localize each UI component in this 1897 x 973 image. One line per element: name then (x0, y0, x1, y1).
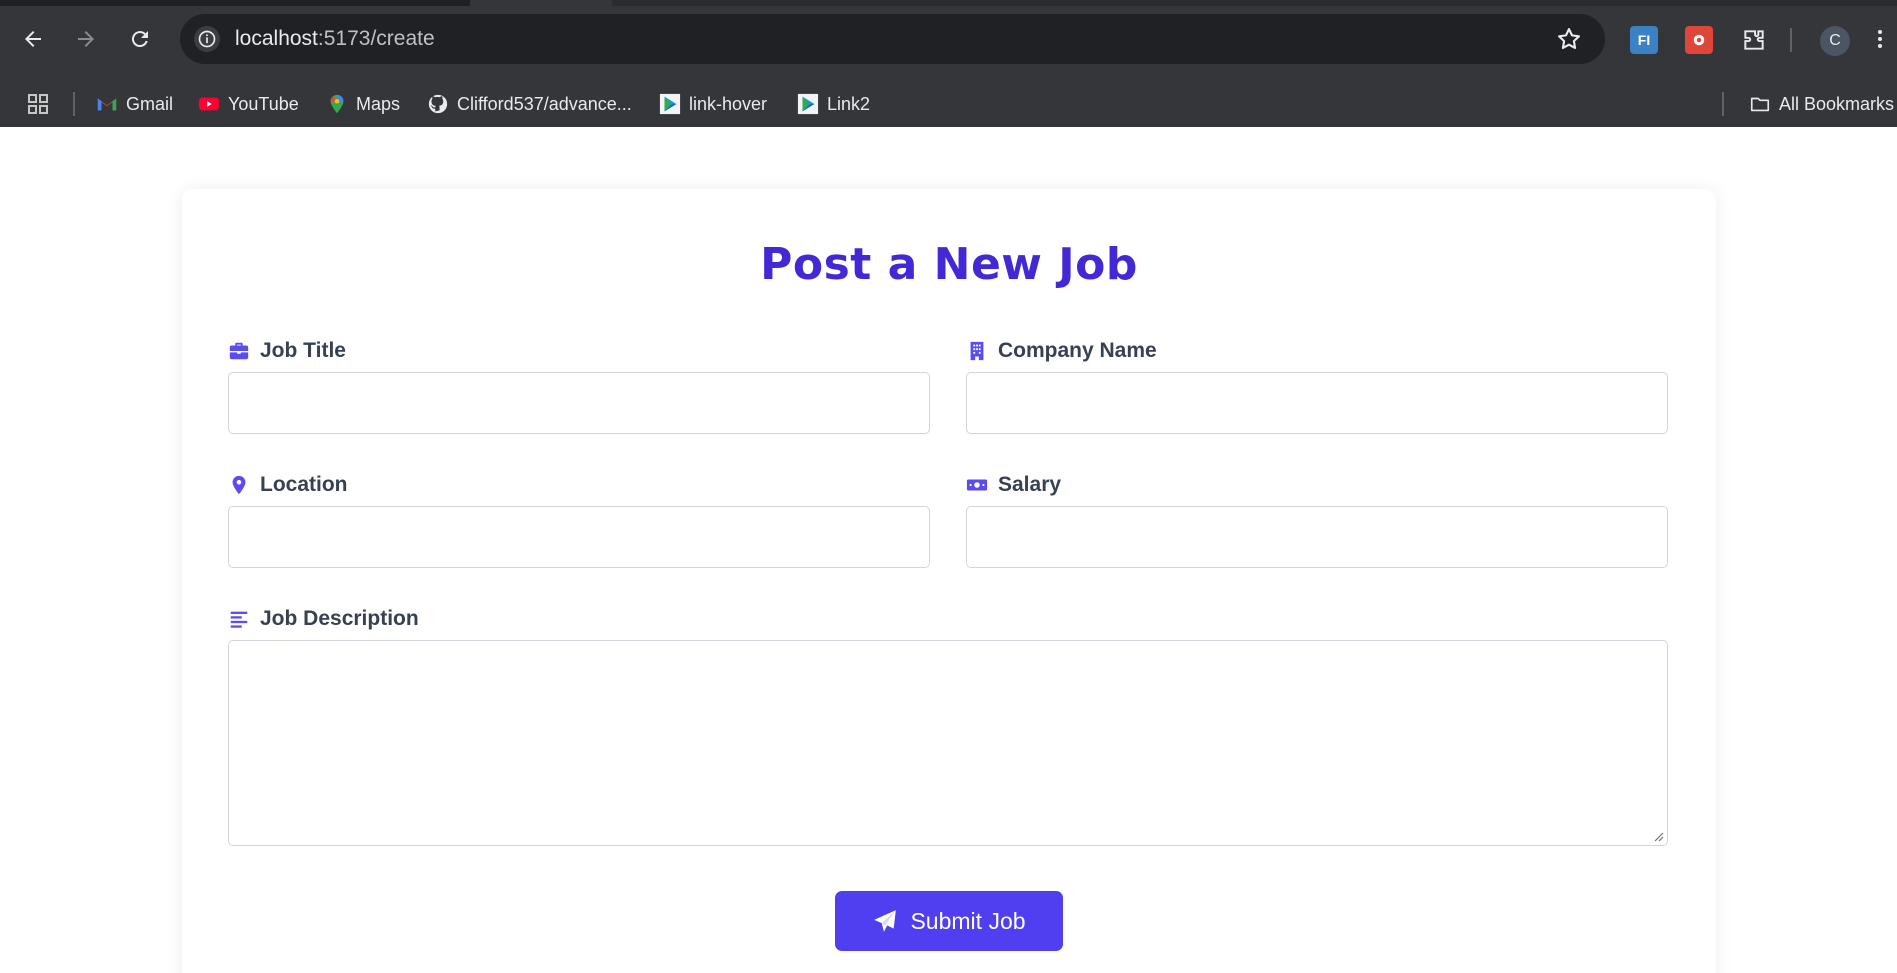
bookmark-star-icon[interactable] (1555, 25, 1583, 53)
bookmark-label: Clifford537/advance... (457, 93, 632, 114)
browser-toolbar: localhost:5173/create FI C (0, 0, 1897, 80)
bookmarks-divider (73, 92, 75, 116)
paper-plane-icon (874, 910, 897, 932)
url-text[interactable]: localhost:5173/create (235, 27, 435, 51)
forward-button[interactable] (67, 20, 105, 58)
folder-icon (1749, 93, 1771, 115)
bookmark-github[interactable]: Clifford537/advance... (427, 92, 632, 116)
money-bill-icon (966, 474, 988, 496)
job-description-textarea[interactable] (228, 640, 1668, 846)
salary-input[interactable] (966, 506, 1668, 568)
location-input[interactable] (228, 506, 930, 568)
maps-icon (326, 93, 348, 115)
bookmark-label: Maps (356, 93, 401, 114)
apps-grid-icon (28, 94, 48, 114)
map-pin-icon (228, 474, 250, 496)
tab-strip (612, 0, 1897, 6)
profile-initial: C (1829, 32, 1841, 49)
site-info-icon[interactable] (194, 26, 220, 52)
url-path: :5173/create (317, 27, 435, 50)
fi-extension-icon[interactable]: FI (1630, 26, 1658, 54)
submit-label: Submit Job (910, 907, 1026, 934)
page-title: Post a New Job (760, 239, 1138, 290)
apps-button[interactable] (26, 92, 50, 116)
active-tab-hint (470, 0, 615, 6)
company-name-label: Company Name (966, 339, 1157, 363)
bookmark-label: YouTube (228, 93, 299, 114)
bookmark-label: Gmail (126, 93, 174, 114)
reload-button[interactable] (121, 20, 159, 58)
label-text: Location (260, 473, 348, 496)
resize-grip-icon[interactable] (1652, 830, 1664, 842)
bookmark-gmail[interactable]: Gmail (96, 92, 173, 116)
more-vert-icon (1878, 30, 1882, 48)
job-form-card: Post a New Job Job Title Company Name Lo… (182, 189, 1716, 973)
arrow-left-icon (25, 31, 41, 47)
label-text: Job Description (260, 607, 419, 630)
all-bookmarks-label: All Bookmarks (1779, 93, 1895, 114)
url-host: localhost (235, 27, 318, 50)
profile-avatar[interactable]: C (1820, 26, 1850, 56)
building-icon (966, 340, 988, 362)
play-logo-icon (659, 93, 681, 115)
bookmarks-bar: Gmail YouTube Maps Clifford537/advance..… (0, 80, 1897, 127)
gmail-icon (96, 93, 118, 115)
job-title-label: Job Title (228, 339, 346, 363)
label-text: Company Name (998, 339, 1157, 362)
puzzle-red-extension-icon[interactable] (1685, 26, 1713, 54)
extensions-puzzle-icon[interactable] (1740, 26, 1768, 54)
location-label: Location (228, 473, 348, 497)
github-icon (427, 93, 449, 115)
bookmark-label: link-hover (689, 93, 768, 114)
toolbar-divider (1790, 28, 1792, 52)
label-text: Job Title (260, 339, 346, 362)
bookmark-link-hover[interactable]: link-hover (659, 92, 767, 116)
bookmark-link2[interactable]: Link2 (797, 92, 870, 116)
job-description-label: Job Description (228, 607, 419, 631)
align-left-icon (228, 608, 250, 630)
arrow-right-icon (78, 31, 94, 47)
back-button[interactable] (14, 20, 52, 58)
label-text: Salary (998, 473, 1062, 496)
briefcase-icon (228, 340, 250, 362)
page-viewport: Post a New Job Job Title Company Name Lo… (0, 127, 1897, 973)
bookmark-youtube[interactable]: YouTube (198, 92, 299, 116)
job-title-input[interactable] (228, 372, 930, 434)
company-name-input[interactable] (966, 372, 1668, 434)
address-bar[interactable]: localhost:5173/create (180, 14, 1605, 64)
reload-icon (131, 31, 148, 48)
extension-label: FI (1637, 32, 1651, 48)
all-bookmarks-button[interactable]: All Bookmarks (1749, 92, 1894, 116)
bookmarks-divider (1722, 92, 1724, 116)
youtube-icon (198, 93, 220, 115)
menu-button[interactable] (1868, 20, 1892, 58)
submit-job-button[interactable]: Submit Job (835, 891, 1063, 951)
bookmark-label: Link2 (827, 93, 871, 114)
bookmark-maps[interactable]: Maps (326, 92, 400, 116)
play-logo-icon (797, 93, 819, 115)
salary-label: Salary (966, 473, 1061, 497)
